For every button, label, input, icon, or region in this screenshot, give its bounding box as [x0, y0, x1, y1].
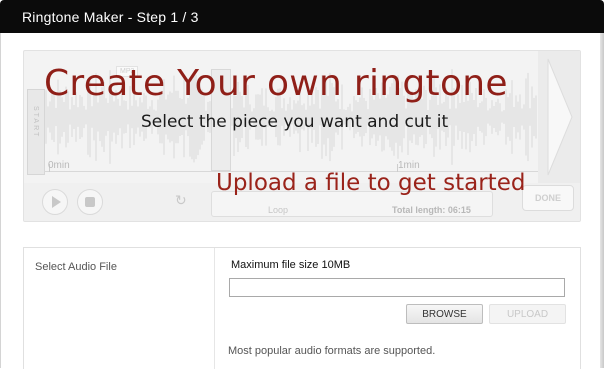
supported-formats-text: Most popular audio formats are supported… [228, 345, 436, 357]
stop-icon [85, 197, 95, 207]
file-path-input[interactable] [229, 278, 565, 297]
stop-button[interactable] [77, 189, 103, 215]
browse-button[interactable]: BROWSE [406, 304, 483, 324]
play-icon [52, 196, 61, 208]
play-button[interactable] [42, 189, 68, 215]
total-length-label: Total length: 06:15 [392, 205, 471, 215]
window-title: Ringtone Maker - Step 1 / 3 [22, 9, 199, 25]
loop-toggle[interactable]: Loop [268, 205, 288, 215]
panel-divider [214, 248, 215, 369]
max-file-size-text: Maximum file size 10MB [231, 259, 351, 271]
window-edge-shadow [600, 33, 604, 368]
refresh-icon[interactable]: ↻ [175, 193, 187, 209]
start-handle[interactable]: START [27, 89, 45, 175]
upload-button[interactable]: UPLOAD [489, 304, 566, 324]
select-audio-label: Select Audio File [35, 261, 117, 273]
start-handle-label: START [32, 106, 39, 139]
subheadline: Select the piece you want and cut it [141, 112, 449, 132]
title-bar: Ringtone Maker - Step 1 / 3 [0, 0, 604, 33]
upload-call-to-action: Upload a file to get started [216, 170, 526, 196]
upload-panel: Select Audio File Maximum file size 10MB… [23, 247, 581, 369]
done-button[interactable]: DONE [522, 185, 574, 211]
scroll-right-arrow-icon[interactable] [538, 51, 580, 183]
headline: Create Your own ringtone [44, 63, 508, 104]
timeline-start-label: 0min [48, 160, 70, 171]
